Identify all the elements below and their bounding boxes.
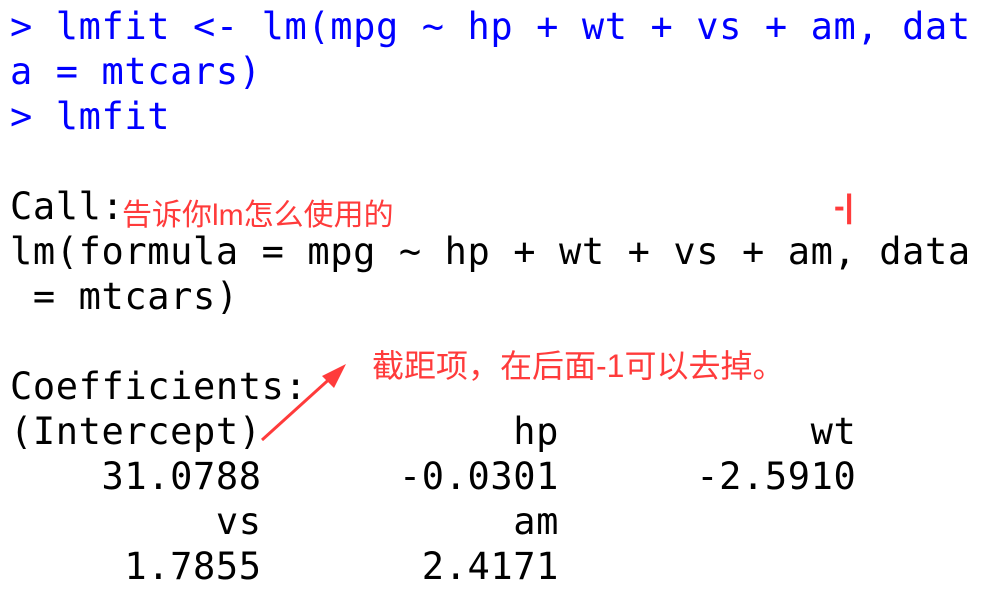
arrow-icon — [260, 364, 346, 442]
